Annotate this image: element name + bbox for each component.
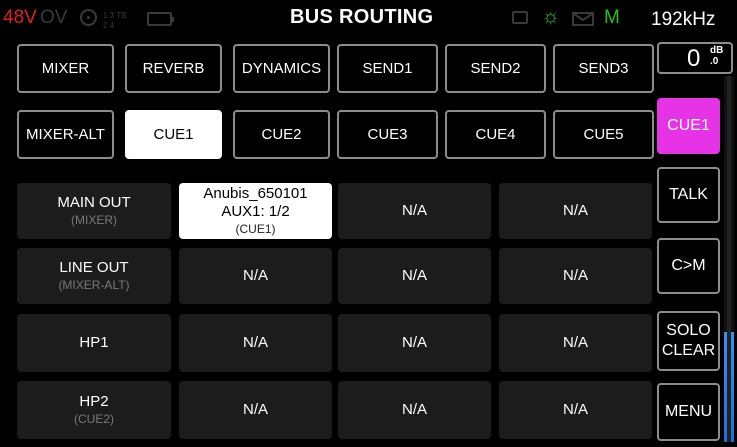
route-value: N/A (242, 267, 268, 284)
output-label: MAIN OUT (57, 194, 131, 211)
solo-label: SOLO (666, 322, 711, 339)
mode-indicator: M (604, 7, 620, 28)
phantom-power-indicator: 48V (3, 7, 37, 28)
route-value: N/A (562, 401, 588, 418)
sample-rate: 192kHz (651, 9, 716, 30)
tab-reverb[interactable]: REVERB (125, 44, 222, 93)
route-value: N/A (242, 334, 268, 351)
status-bar: 48V OV 1 3 TB 2 4 BUS ROUTING ☼ M 192kHz (0, 0, 737, 40)
output-source: (MIXER) (71, 213, 117, 227)
cue1-button[interactable]: CUE1 (657, 98, 720, 154)
meter-unit: dB (710, 45, 724, 56)
output-main-out[interactable]: MAIN OUT (MIXER) (17, 183, 171, 239)
tab-mixer[interactable]: MIXER (17, 44, 114, 93)
tab-cue1[interactable]: CUE1 (125, 110, 222, 159)
tab-mixer-alt[interactable]: MIXER-ALT (17, 110, 114, 159)
lightbulb-icon: ☼ (541, 5, 561, 28)
output-label: HP1 (79, 334, 109, 351)
meter-decimal: .0 (710, 56, 719, 67)
route-value: N/A (401, 202, 427, 219)
mail-icon (572, 12, 594, 26)
tab-cue3[interactable]: CUE3 (337, 110, 438, 159)
tab-dynamics[interactable]: DYNAMICS (233, 44, 330, 93)
route-value: N/A (401, 267, 427, 284)
route-value: N/A (401, 334, 427, 351)
route-cell-hp1-2[interactable]: N/A (338, 314, 491, 372)
cue-to-main-button[interactable]: C>M (657, 238, 720, 294)
inputs-bottom-label: 2 4 (103, 21, 115, 30)
route-value: N/A (562, 202, 588, 219)
tab-send2[interactable]: SEND2 (445, 44, 546, 93)
output-hp2[interactable]: HP2 (CUE2) (17, 381, 171, 439)
route-cell-line-out-1[interactable]: N/A (179, 248, 332, 304)
route-source: (CUE1) (235, 222, 276, 236)
menu-button[interactable]: MENU (657, 383, 720, 441)
output-label: LINE OUT (59, 259, 129, 276)
route-cell-hp1-3[interactable]: N/A (499, 314, 652, 372)
tab-cue2[interactable]: CUE2 (233, 110, 330, 159)
tab-send1[interactable]: SEND1 (337, 44, 438, 93)
tab-cue4[interactable]: CUE4 (445, 110, 546, 159)
battery-icon (147, 12, 174, 26)
route-cell-hp2-1[interactable]: N/A (179, 381, 332, 439)
route-cell-hp2-3[interactable]: N/A (499, 381, 652, 439)
meter-value: 0 (687, 45, 701, 72)
output-label: HP2 (79, 393, 109, 410)
route-cell-main-out-2[interactable]: N/A (338, 183, 491, 239)
route-value: N/A (562, 267, 588, 284)
output-source: (MIXER-ALT) (58, 278, 130, 292)
output-hp1[interactable]: HP1 (17, 314, 171, 372)
route-channel: AUX1: 1/2 (221, 203, 290, 220)
route-cell-line-out-3[interactable]: N/A (499, 248, 652, 304)
level-meter (724, 76, 734, 442)
meter-track (727, 76, 731, 442)
output-line-out[interactable]: LINE OUT (MIXER-ALT) (17, 248, 171, 304)
tab-cue5[interactable]: CUE5 (553, 110, 654, 159)
overload-indicator: OV (40, 7, 68, 28)
route-value: N/A (242, 401, 268, 418)
output-source: (CUE2) (73, 412, 114, 426)
clear-label: CLEAR (661, 342, 716, 359)
inputs-top-label: 1 3 TB (103, 11, 127, 20)
talk-button[interactable]: TALK (657, 167, 720, 223)
route-cell-main-out-1[interactable]: Anubis_650101 AUX1: 1/2 (CUE1) (179, 183, 332, 239)
route-device: Anubis_650101 (203, 185, 308, 202)
route-cell-main-out-3[interactable]: N/A (499, 183, 652, 239)
route-cell-hp2-2[interactable]: N/A (338, 381, 491, 439)
page-title: BUS ROUTING (290, 6, 434, 28)
solo-clear-button[interactable]: SOLO CLEAR (657, 311, 720, 371)
route-cell-line-out-2[interactable]: N/A (338, 248, 491, 304)
usb-power-icon (512, 11, 528, 24)
route-cell-hp1-1[interactable]: N/A (179, 314, 332, 372)
level-meter-readout: 0 dB .0 (657, 42, 733, 74)
tab-send3[interactable]: SEND3 (553, 44, 654, 93)
route-value: N/A (562, 334, 588, 351)
input-link-icon (80, 9, 97, 26)
route-value: N/A (401, 401, 427, 418)
